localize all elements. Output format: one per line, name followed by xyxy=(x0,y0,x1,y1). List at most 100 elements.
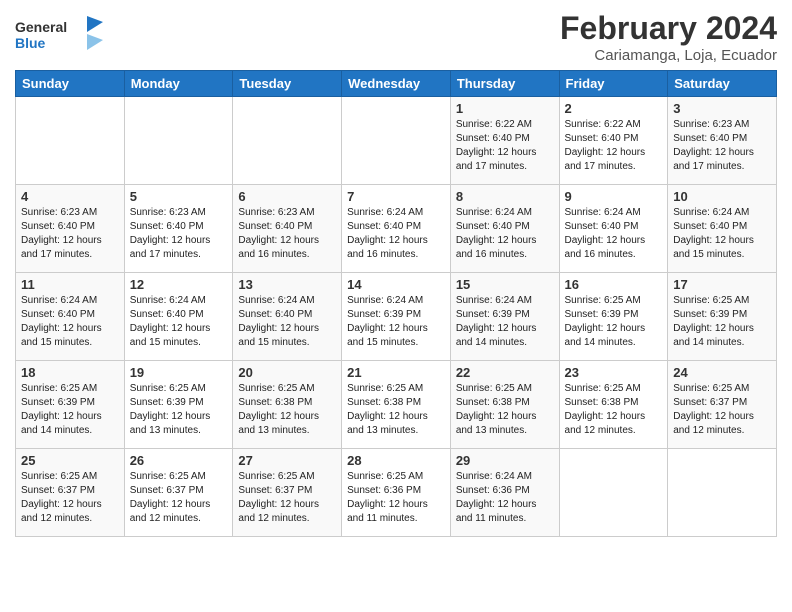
calendar-container: General Blue February 2024 Cariamanga, L… xyxy=(0,0,792,612)
calendar-cell xyxy=(668,449,777,537)
day-number: 12 xyxy=(130,277,228,292)
day-number: 21 xyxy=(347,365,445,380)
calendar-cell: 11 Sunrise: 6:24 AM Sunset: 6:40 PM Dayli… xyxy=(16,273,125,361)
calendar-week-row: 18 Sunrise: 6:25 AM Sunset: 6:39 PM Dayli… xyxy=(16,361,777,449)
day-info: Sunrise: 6:24 AM Sunset: 6:40 PM Dayligh… xyxy=(238,294,336,350)
calendar-cell: 27 Sunrise: 6:25 AM Sunset: 6:37 PM Dayli… xyxy=(233,449,342,537)
calendar-cell: 3 Sunrise: 6:23 AM Sunset: 6:40 PM Daylig… xyxy=(668,97,777,185)
calendar-cell: 9 Sunrise: 6:24 AM Sunset: 6:40 PM Daylig… xyxy=(559,185,668,273)
day-info: Sunrise: 6:24 AM Sunset: 6:40 PM Dayligh… xyxy=(347,206,445,262)
day-info: Sunrise: 6:24 AM Sunset: 6:39 PM Dayligh… xyxy=(456,294,554,350)
calendar-week-row: 1 Sunrise: 6:22 AM Sunset: 6:40 PM Daylig… xyxy=(16,97,777,185)
day-info: Sunrise: 6:25 AM Sunset: 6:38 PM Dayligh… xyxy=(238,382,336,438)
logo-text: General Blue xyxy=(15,14,105,61)
calendar-cell: 26 Sunrise: 6:25 AM Sunset: 6:37 PM Dayli… xyxy=(124,449,233,537)
day-info: Sunrise: 6:24 AM Sunset: 6:36 PM Dayligh… xyxy=(456,470,554,526)
day-info: Sunrise: 6:24 AM Sunset: 6:40 PM Dayligh… xyxy=(673,206,771,262)
calendar-cell: 17 Sunrise: 6:25 AM Sunset: 6:39 PM Dayli… xyxy=(668,273,777,361)
calendar-cell xyxy=(16,97,125,185)
day-number: 11 xyxy=(21,277,119,292)
calendar-cell xyxy=(124,97,233,185)
day-number: 18 xyxy=(21,365,119,380)
day-number: 20 xyxy=(238,365,336,380)
day-number: 29 xyxy=(456,453,554,468)
day-number: 1 xyxy=(456,101,554,116)
calendar-cell: 1 Sunrise: 6:22 AM Sunset: 6:40 PM Daylig… xyxy=(450,97,559,185)
calendar-cell: 13 Sunrise: 6:24 AM Sunset: 6:40 PM Dayli… xyxy=(233,273,342,361)
calendar-cell: 14Sunrise: 6:24 AM Sunset: 6:39 PM Dayli… xyxy=(342,273,451,361)
col-tuesday: Tuesday xyxy=(233,71,342,97)
calendar-table: Sunday Monday Tuesday Wednesday Thursday… xyxy=(15,70,777,537)
svg-text:General: General xyxy=(15,19,67,35)
col-saturday: Saturday xyxy=(668,71,777,97)
calendar-cell xyxy=(342,97,451,185)
day-info: Sunrise: 6:25 AM Sunset: 6:37 PM Dayligh… xyxy=(130,470,228,526)
calendar-cell: 23 Sunrise: 6:25 AM Sunset: 6:38 PM Dayli… xyxy=(559,361,668,449)
day-number: 9 xyxy=(565,189,663,204)
day-info: Sunrise: 6:25 AM Sunset: 6:38 PM Dayligh… xyxy=(565,382,663,438)
day-number: 27 xyxy=(238,453,336,468)
col-thursday: Thursday xyxy=(450,71,559,97)
day-number: 16 xyxy=(565,277,663,292)
day-info: Sunrise: 6:24 AM Sunset: 6:40 PM Dayligh… xyxy=(565,206,663,262)
day-number: 14 xyxy=(347,277,445,292)
day-number: 6 xyxy=(238,189,336,204)
day-info: Sunrise: 6:22 AM Sunset: 6:40 PM Dayligh… xyxy=(456,118,554,174)
day-number: 10 xyxy=(673,189,771,204)
day-number: 15 xyxy=(456,277,554,292)
col-wednesday: Wednesday xyxy=(342,71,451,97)
day-number: 23 xyxy=(565,365,663,380)
title-section: February 2024 Cariamanga, Loja, Ecuador xyxy=(560,10,777,64)
day-number: 26 xyxy=(130,453,228,468)
logo: General Blue xyxy=(15,14,105,61)
day-info: Sunrise: 6:22 AM Sunset: 6:40 PM Dayligh… xyxy=(565,118,663,174)
calendar-cell: 21 Sunrise: 6:25 AM Sunset: 6:38 PM Dayli… xyxy=(342,361,451,449)
day-info: Sunrise: 6:25 AM Sunset: 6:39 PM Dayligh… xyxy=(21,382,119,438)
day-info: Sunrise: 6:25 AM Sunset: 6:37 PM Dayligh… xyxy=(21,470,119,526)
day-number: 8 xyxy=(456,189,554,204)
day-info: Sunrise: 6:25 AM Sunset: 6:38 PM Dayligh… xyxy=(456,382,554,438)
day-info: Sunrise: 6:24 AM Sunset: 6:40 PM Dayligh… xyxy=(21,294,119,350)
day-info: Sunrise: 6:25 AM Sunset: 6:37 PM Dayligh… xyxy=(238,470,336,526)
calendar-cell: 24Sunrise: 6:25 AM Sunset: 6:37 PM Dayli… xyxy=(668,361,777,449)
calendar-cell: 29 Sunrise: 6:24 AM Sunset: 6:36 PM Dayli… xyxy=(450,449,559,537)
day-number: 25 xyxy=(21,453,119,468)
day-number: 22 xyxy=(456,365,554,380)
calendar-cell: 19Sunrise: 6:25 AM Sunset: 6:39 PM Dayli… xyxy=(124,361,233,449)
day-info: Sunrise: 6:24 AM Sunset: 6:40 PM Dayligh… xyxy=(456,206,554,262)
day-number: 13 xyxy=(238,277,336,292)
calendar-title: February 2024 xyxy=(560,10,777,47)
calendar-cell: 20 Sunrise: 6:25 AM Sunset: 6:38 PM Dayli… xyxy=(233,361,342,449)
calendar-cell: 2 Sunrise: 6:22 AM Sunset: 6:40 PM Daylig… xyxy=(559,97,668,185)
logo-svg: General Blue xyxy=(15,14,105,56)
day-info: Sunrise: 6:23 AM Sunset: 6:40 PM Dayligh… xyxy=(238,206,336,262)
day-info: Sunrise: 6:25 AM Sunset: 6:39 PM Dayligh… xyxy=(130,382,228,438)
day-info: Sunrise: 6:23 AM Sunset: 6:40 PM Dayligh… xyxy=(21,206,119,262)
day-number: 17 xyxy=(673,277,771,292)
day-info: Sunrise: 6:25 AM Sunset: 6:37 PM Dayligh… xyxy=(673,382,771,438)
calendar-week-row: 25 Sunrise: 6:25 AM Sunset: 6:37 PM Dayli… xyxy=(16,449,777,537)
calendar-cell: 12 Sunrise: 6:24 AM Sunset: 6:40 PM Dayli… xyxy=(124,273,233,361)
calendar-cell: 28Sunrise: 6:25 AM Sunset: 6:36 PM Dayli… xyxy=(342,449,451,537)
svg-text:Blue: Blue xyxy=(15,35,46,51)
day-number: 28 xyxy=(347,453,445,468)
calendar-cell: 6 Sunrise: 6:23 AM Sunset: 6:40 PM Daylig… xyxy=(233,185,342,273)
calendar-cell: 7 Sunrise: 6:24 AM Sunset: 6:40 PM Daylig… xyxy=(342,185,451,273)
day-info: Sunrise: 6:23 AM Sunset: 6:40 PM Dayligh… xyxy=(130,206,228,262)
col-sunday: Sunday xyxy=(16,71,125,97)
calendar-cell: 18 Sunrise: 6:25 AM Sunset: 6:39 PM Dayli… xyxy=(16,361,125,449)
day-info: Sunrise: 6:23 AM Sunset: 6:40 PM Dayligh… xyxy=(673,118,771,174)
header: General Blue February 2024 Cariamanga, L… xyxy=(15,10,777,64)
col-friday: Friday xyxy=(559,71,668,97)
calendar-body: 1 Sunrise: 6:22 AM Sunset: 6:40 PM Daylig… xyxy=(16,97,777,537)
day-info: Sunrise: 6:25 AM Sunset: 6:39 PM Dayligh… xyxy=(673,294,771,350)
day-number: 7 xyxy=(347,189,445,204)
calendar-cell: 22 Sunrise: 6:25 AM Sunset: 6:38 PM Dayli… xyxy=(450,361,559,449)
calendar-week-row: 4Sunrise: 6:23 AM Sunset: 6:40 PM Daylig… xyxy=(16,185,777,273)
day-number: 2 xyxy=(565,101,663,116)
day-number: 5 xyxy=(130,189,228,204)
day-info: Sunrise: 6:25 AM Sunset: 6:39 PM Dayligh… xyxy=(565,294,663,350)
day-number: 3 xyxy=(673,101,771,116)
day-info: Sunrise: 6:24 AM Sunset: 6:40 PM Dayligh… xyxy=(130,294,228,350)
day-info: Sunrise: 6:25 AM Sunset: 6:38 PM Dayligh… xyxy=(347,382,445,438)
